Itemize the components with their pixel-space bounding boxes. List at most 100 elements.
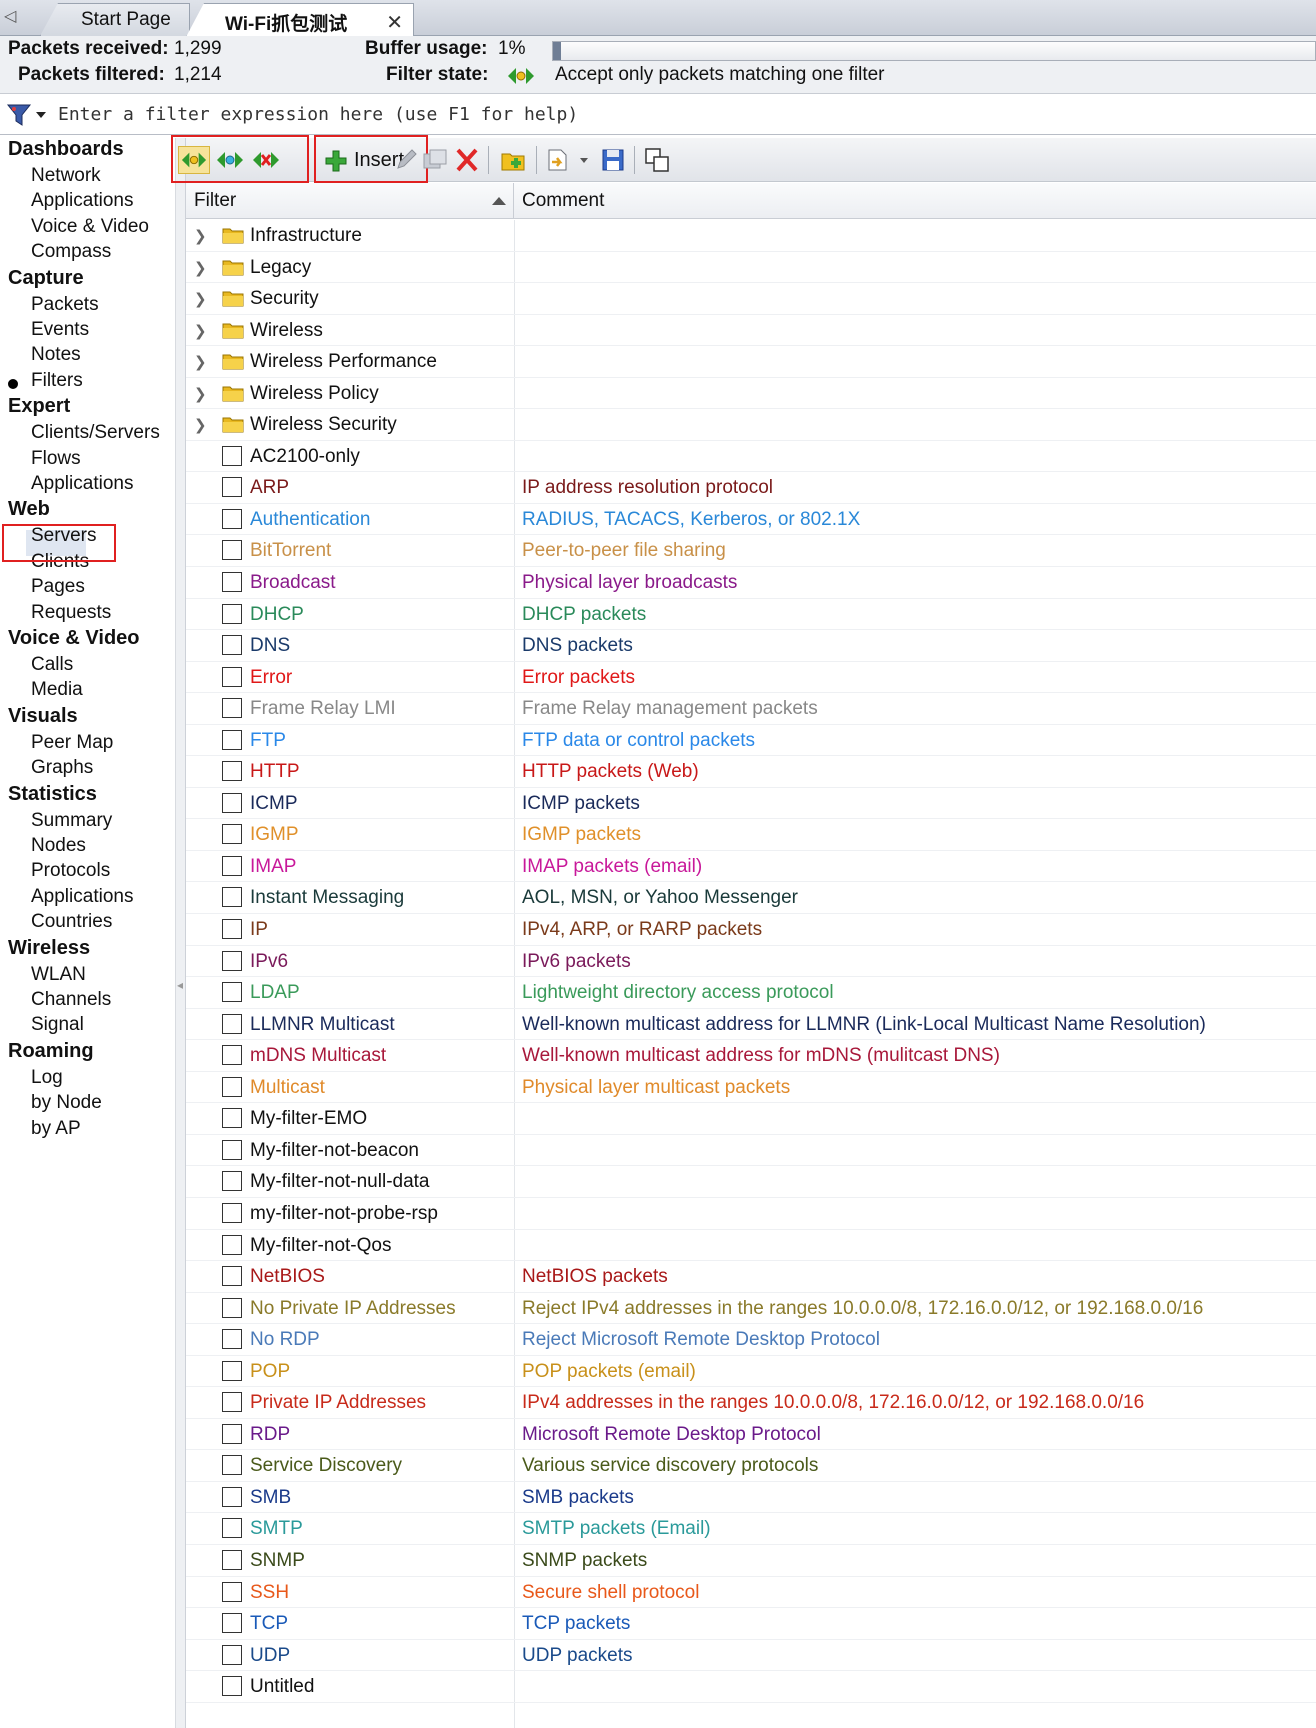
filter-row[interactable]: LLMNR Multicast Well-known multicast addr… (186, 1009, 1316, 1041)
chevron-right-icon[interactable]: ❯ (194, 227, 207, 245)
filter-group-row[interactable]: ❯ Wireless (186, 315, 1316, 347)
chevron-right-icon[interactable]: ❯ (194, 290, 207, 308)
filter-row[interactable]: TCP TCP packets (186, 1608, 1316, 1640)
view-options-icon[interactable] (644, 146, 672, 174)
filter-row[interactable]: DHCP DHCP packets (186, 599, 1316, 631)
sidebar-item[interactable]: Flows (31, 448, 81, 470)
filter-checkbox[interactable] (222, 1518, 242, 1539)
accept-matching-all-icon[interactable] (214, 146, 246, 174)
sidebar-section-heading[interactable]: Expert (8, 395, 70, 418)
filter-row[interactable]: IGMP IGMP packets (186, 819, 1316, 851)
chevron-right-icon[interactable]: ❯ (194, 416, 207, 434)
filter-checkbox[interactable] (222, 477, 242, 498)
filter-row[interactable]: my-filter-not-probe-rsp (186, 1198, 1316, 1230)
filter-checkbox[interactable] (222, 508, 242, 529)
filter-checkbox[interactable] (222, 982, 242, 1003)
filter-row[interactable]: Service Discovery Various service discove… (186, 1450, 1316, 1482)
filter-checkbox[interactable] (222, 950, 242, 971)
filter-group-row[interactable]: ❯ Wireless Security (186, 409, 1316, 441)
sidebar-section-heading[interactable]: Roaming (8, 1040, 94, 1063)
filter-row[interactable]: IP IPv4, ARP, or RARP packets (186, 914, 1316, 946)
sidebar-item[interactable]: Compass (31, 241, 111, 263)
sidebar-splitter[interactable]: ◂ (176, 138, 186, 1728)
filter-row[interactable]: BitTorrent Peer-to-peer file sharing (186, 535, 1316, 568)
filter-row[interactable]: SSH Secure shell protocol (186, 1577, 1316, 1609)
sidebar-item[interactable]: Voice & Video (31, 216, 149, 238)
sidebar-section-heading[interactable]: Statistics (8, 783, 97, 806)
sidebar-item[interactable]: Applications (31, 886, 133, 908)
filter-checkbox[interactable] (222, 1076, 242, 1097)
sidebar-section-heading[interactable]: Capture (8, 267, 84, 290)
filter-checkbox[interactable] (222, 887, 242, 908)
accept-matching-any-icon[interactable] (178, 146, 210, 174)
filter-row[interactable]: My-filter-not-Qos (186, 1230, 1316, 1262)
filter-checkbox[interactable] (222, 1392, 242, 1413)
filter-checkbox[interactable] (222, 1676, 242, 1697)
filter-row[interactable]: HTTP HTTP packets (Web) (186, 756, 1316, 788)
sidebar-item[interactable]: Applications (31, 473, 133, 495)
filter-checkbox[interactable] (222, 1455, 242, 1476)
column-header-filter[interactable]: Filter (186, 183, 514, 219)
filter-row[interactable]: IPv6 IPv6 packets (186, 946, 1316, 978)
filter-row[interactable]: SMB SMB packets (186, 1482, 1316, 1514)
filter-funnel-dropdown-icon[interactable] (6, 103, 48, 127)
filter-row[interactable]: NetBIOS NetBIOS packets (186, 1261, 1316, 1293)
tab-scroll-left-icon[interactable]: ◁ (4, 6, 24, 30)
filter-row[interactable]: LDAP Lightweight directory access protoco… (186, 977, 1316, 1009)
filter-checkbox[interactable] (222, 603, 242, 624)
filter-row[interactable]: My-filter-EMO (186, 1103, 1316, 1135)
filter-checkbox[interactable] (222, 1581, 242, 1602)
sidebar-item[interactable]: Network (31, 165, 101, 187)
filter-row[interactable]: Untitled (186, 1671, 1316, 1703)
filter-row[interactable]: mDNS Multicast Well-known multicast addre… (186, 1040, 1316, 1072)
filter-checkbox[interactable] (222, 1360, 242, 1381)
filter-row[interactable]: Error Error packets (186, 662, 1316, 694)
sidebar-section-heading[interactable]: Web (8, 498, 50, 521)
sidebar-item[interactable]: Calls (31, 654, 73, 676)
filter-row[interactable]: Multicast Physical layer multicast packet… (186, 1072, 1316, 1104)
insert-button[interactable]: Insert (320, 146, 404, 174)
filter-row[interactable]: FTP FTP data or control packets (186, 725, 1316, 757)
filter-checkbox[interactable] (222, 824, 242, 845)
sidebar-item[interactable]: Pages (31, 576, 85, 598)
filter-row[interactable]: DNS DNS packets (186, 630, 1316, 662)
sidebar-section-heading[interactable]: Voice & Video (8, 627, 140, 650)
filter-group-row[interactable]: ❯ Infrastructure (186, 220, 1316, 252)
filter-row[interactable]: Broadcast Physical layer broadcasts (186, 567, 1316, 599)
filter-checkbox[interactable] (222, 1108, 242, 1129)
filter-checkbox[interactable] (222, 1423, 242, 1444)
delete-icon[interactable] (454, 146, 480, 174)
sidebar-item[interactable]: Notes (31, 344, 81, 366)
sidebar-item[interactable]: WLAN (31, 964, 86, 986)
filter-checkbox[interactable] (222, 855, 242, 876)
sidebar-item[interactable]: Protocols (31, 860, 110, 882)
filter-checkbox[interactable] (222, 919, 242, 940)
import-dropdown-icon[interactable] (546, 146, 592, 174)
tab-wifi-capture[interactable]: Wi-Fi抓包测试 ✕ (186, 3, 414, 37)
filter-row[interactable]: ARP IP address resolution protocol (186, 472, 1316, 504)
filter-checkbox[interactable] (222, 1549, 242, 1570)
filter-checkbox[interactable] (222, 1486, 242, 1507)
tab-start-page[interactable]: Start Page (40, 3, 190, 36)
filter-row[interactable]: POP POP packets (email) (186, 1356, 1316, 1388)
filter-row[interactable]: RDP Microsoft Remote Desktop Protocol (186, 1419, 1316, 1451)
filter-checkbox[interactable] (222, 635, 242, 656)
chevron-right-icon[interactable]: ❯ (194, 322, 207, 340)
sidebar-item[interactable]: Countries (31, 911, 112, 933)
filter-checkbox[interactable] (222, 1266, 242, 1287)
filter-row[interactable]: Authentication RADIUS, TACACS, Kerberos, … (186, 504, 1316, 536)
sidebar-section-heading[interactable]: Dashboards (8, 138, 124, 161)
filter-checkbox[interactable] (222, 1202, 242, 1223)
splitter-grip-icon[interactable]: ◂ (177, 978, 185, 1018)
reject-matching-icon[interactable] (250, 146, 282, 174)
filter-row[interactable]: SNMP SNMP packets (186, 1545, 1316, 1577)
filter-row[interactable]: My-filter-not-null-data (186, 1166, 1316, 1198)
sidebar-section-heading[interactable]: Visuals (8, 705, 78, 728)
filter-checkbox[interactable] (222, 698, 242, 719)
filter-row[interactable]: Instant Messaging AOL, MSN, or Yahoo Mess… (186, 882, 1316, 915)
sidebar-item[interactable]: Channels (31, 989, 111, 1011)
new-group-folder-icon[interactable] (500, 146, 528, 174)
filter-group-row[interactable]: ❯ Security (186, 283, 1316, 315)
filter-checkbox[interactable] (222, 1234, 242, 1255)
sidebar-item[interactable]: Nodes (31, 835, 86, 857)
